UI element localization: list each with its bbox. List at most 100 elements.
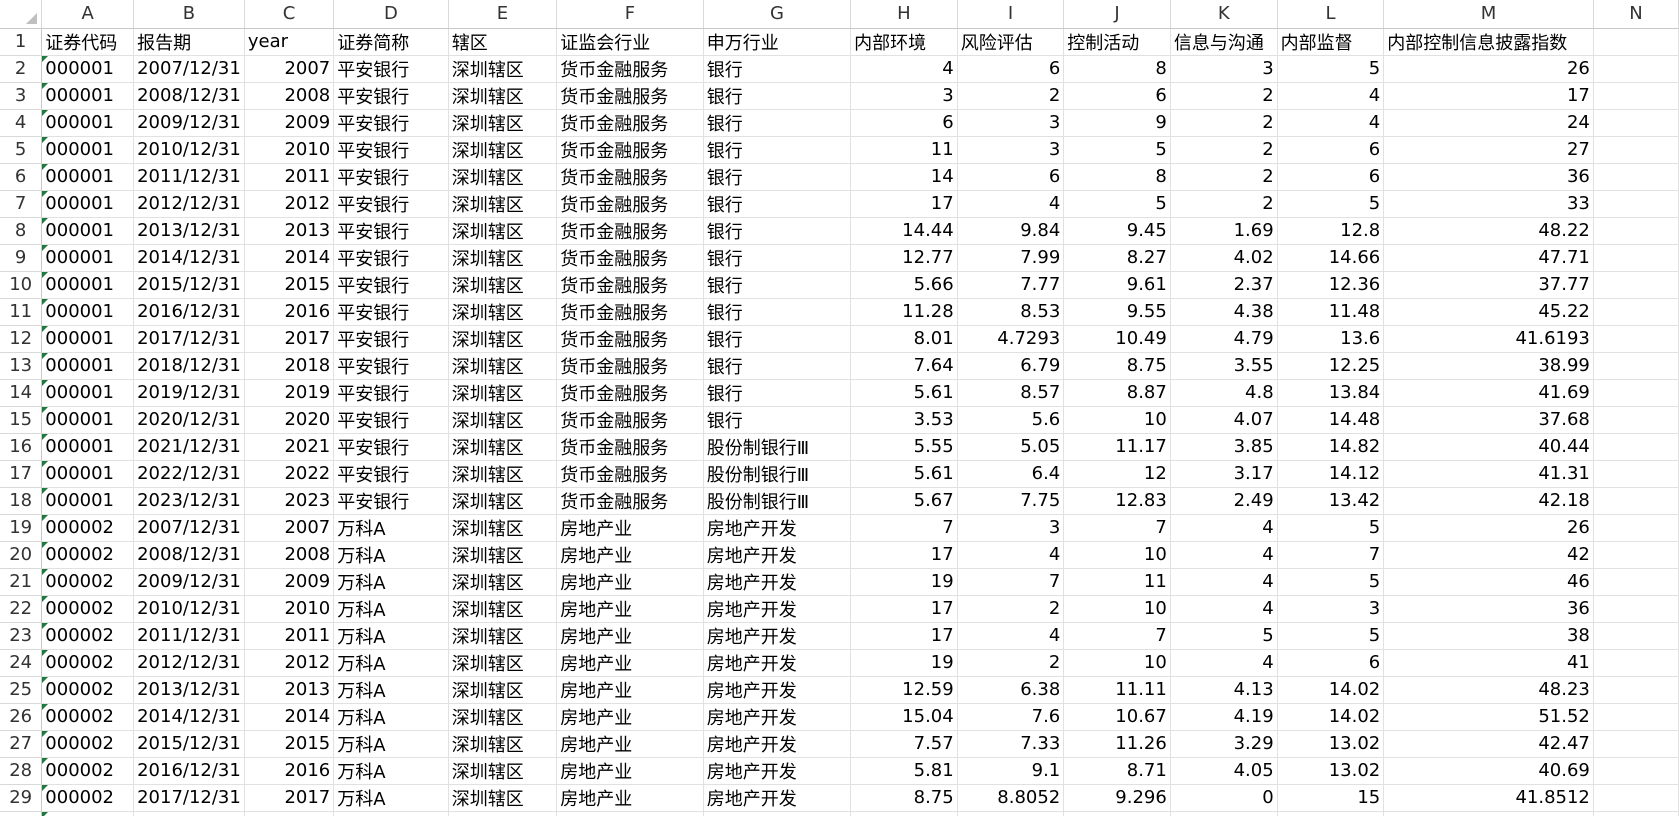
cell-K30[interactable]: 4.69 xyxy=(1170,811,1278,816)
cell-N25[interactable] xyxy=(1593,676,1679,704)
cell-E22[interactable]: 深圳辖区 xyxy=(448,595,558,623)
cell-M9[interactable]: 47.71 xyxy=(1383,244,1594,272)
cell-N17[interactable] xyxy=(1593,460,1679,488)
cell-N11[interactable] xyxy=(1593,298,1679,326)
cell-J11[interactable]: 9.55 xyxy=(1063,298,1171,326)
column-header-A[interactable]: A xyxy=(41,0,135,29)
cell-B30[interactable]: 2018/12/31 xyxy=(133,811,245,816)
cell-B23[interactable]: 2011/12/31 xyxy=(133,622,245,650)
cell-N27[interactable] xyxy=(1593,730,1679,758)
cell-H2[interactable]: 4 xyxy=(850,55,958,83)
cell-B21[interactable]: 2009/12/31 xyxy=(133,568,245,596)
cell-F7[interactable]: 货币金融服务 xyxy=(556,190,704,218)
cell-B25[interactable]: 2013/12/31 xyxy=(133,676,245,704)
row-header[interactable]: 11 xyxy=(0,298,43,326)
cell-D22[interactable]: 万科A xyxy=(333,595,449,623)
cell-K1[interactable]: 信息与沟通 xyxy=(1170,28,1278,56)
cell-E24[interactable]: 深圳辖区 xyxy=(448,649,558,677)
cell-C19[interactable]: 2007 xyxy=(244,514,335,542)
cell-M17[interactable]: 41.31 xyxy=(1383,460,1594,488)
cell-I7[interactable]: 4 xyxy=(957,190,1065,218)
cell-J16[interactable]: 11.17 xyxy=(1063,433,1171,461)
cell-K28[interactable]: 4.05 xyxy=(1170,757,1278,785)
cell-A29[interactable]: 000002 xyxy=(41,784,135,812)
cell-H15[interactable]: 3.53 xyxy=(850,406,958,434)
cell-C13[interactable]: 2018 xyxy=(244,352,335,380)
cell-L9[interactable]: 14.66 xyxy=(1277,244,1385,272)
cell-L29[interactable]: 15 xyxy=(1277,784,1385,812)
cell-A27[interactable]: 000002 xyxy=(41,730,135,758)
cell-K13[interactable]: 3.55 xyxy=(1170,352,1278,380)
cell-K19[interactable]: 4 xyxy=(1170,514,1278,542)
row-header[interactable]: 28 xyxy=(0,757,43,785)
row-header[interactable]: 12 xyxy=(0,325,43,353)
cell-D21[interactable]: 万科A xyxy=(333,568,449,596)
cell-J24[interactable]: 10 xyxy=(1063,649,1171,677)
cell-F25[interactable]: 房地产业 xyxy=(556,676,704,704)
cell-M20[interactable]: 42 xyxy=(1383,541,1594,569)
cell-B11[interactable]: 2016/12/31 xyxy=(133,298,245,326)
cell-E5[interactable]: 深圳辖区 xyxy=(448,136,558,164)
cell-G1[interactable]: 申万行业 xyxy=(703,28,852,56)
cell-C2[interactable]: 2007 xyxy=(244,55,335,83)
cell-K4[interactable]: 2 xyxy=(1170,109,1278,137)
row-header[interactable]: 30 xyxy=(0,811,43,816)
cell-L4[interactable]: 4 xyxy=(1277,109,1385,137)
cell-A4[interactable]: 000001 xyxy=(41,109,135,137)
cell-L19[interactable]: 5 xyxy=(1277,514,1385,542)
cell-G26[interactable]: 房地产开发 xyxy=(703,703,852,731)
cell-D23[interactable]: 万科A xyxy=(333,622,449,650)
row-header[interactable]: 8 xyxy=(0,217,43,245)
cell-D28[interactable]: 万科A xyxy=(333,757,449,785)
cell-B3[interactable]: 2008/12/31 xyxy=(133,82,245,110)
cell-F12[interactable]: 货币金融服务 xyxy=(556,325,704,353)
cell-I1[interactable]: 风险评估 xyxy=(957,28,1065,56)
cell-H17[interactable]: 5.61 xyxy=(850,460,958,488)
cell-N1[interactable] xyxy=(1593,28,1679,56)
cell-L27[interactable]: 13.02 xyxy=(1277,730,1385,758)
cell-B28[interactable]: 2016/12/31 xyxy=(133,757,245,785)
cell-K3[interactable]: 2 xyxy=(1170,82,1278,110)
cell-F17[interactable]: 货币金融服务 xyxy=(556,460,704,488)
cell-F27[interactable]: 房地产业 xyxy=(556,730,704,758)
cell-N3[interactable] xyxy=(1593,82,1679,110)
cell-E2[interactable]: 深圳辖区 xyxy=(448,55,558,83)
cell-B14[interactable]: 2019/12/31 xyxy=(133,379,245,407)
cell-L23[interactable]: 5 xyxy=(1277,622,1385,650)
cell-M30[interactable]: 43.89 xyxy=(1383,811,1594,816)
cell-I25[interactable]: 6.38 xyxy=(957,676,1065,704)
cell-L18[interactable]: 13.42 xyxy=(1277,487,1385,515)
cell-E8[interactable]: 深圳辖区 xyxy=(448,217,558,245)
cell-K26[interactable]: 4.19 xyxy=(1170,703,1278,731)
cell-N18[interactable] xyxy=(1593,487,1679,515)
cell-J20[interactable]: 10 xyxy=(1063,541,1171,569)
cell-J15[interactable]: 10 xyxy=(1063,406,1171,434)
cell-H16[interactable]: 5.55 xyxy=(850,433,958,461)
row-header[interactable]: 10 xyxy=(0,271,43,299)
cell-B24[interactable]: 2012/12/31 xyxy=(133,649,245,677)
cell-B17[interactable]: 2022/12/31 xyxy=(133,460,245,488)
cell-A13[interactable]: 000001 xyxy=(41,352,135,380)
cell-G21[interactable]: 房地产开发 xyxy=(703,568,852,596)
cell-L8[interactable]: 12.8 xyxy=(1277,217,1385,245)
cell-F28[interactable]: 房地产业 xyxy=(556,757,704,785)
column-header-C[interactable]: C xyxy=(244,0,335,29)
cell-B12[interactable]: 2017/12/31 xyxy=(133,325,245,353)
cell-L16[interactable]: 14.82 xyxy=(1277,433,1385,461)
cell-J12[interactable]: 10.49 xyxy=(1063,325,1171,353)
cell-F26[interactable]: 房地产业 xyxy=(556,703,704,731)
cell-M19[interactable]: 26 xyxy=(1383,514,1594,542)
cell-C27[interactable]: 2015 xyxy=(244,730,335,758)
cell-H9[interactable]: 12.77 xyxy=(850,244,958,272)
cell-H7[interactable]: 17 xyxy=(850,190,958,218)
cell-B20[interactable]: 2008/12/31 xyxy=(133,541,245,569)
cell-H28[interactable]: 5.81 xyxy=(850,757,958,785)
cell-F15[interactable]: 货币金融服务 xyxy=(556,406,704,434)
cell-J14[interactable]: 8.87 xyxy=(1063,379,1171,407)
cell-K17[interactable]: 3.17 xyxy=(1170,460,1278,488)
cell-A17[interactable]: 000001 xyxy=(41,460,135,488)
column-header-J[interactable]: J xyxy=(1063,0,1171,29)
cell-I23[interactable]: 4 xyxy=(957,622,1065,650)
cell-H26[interactable]: 15.04 xyxy=(850,703,958,731)
row-header[interactable]: 2 xyxy=(0,55,43,83)
